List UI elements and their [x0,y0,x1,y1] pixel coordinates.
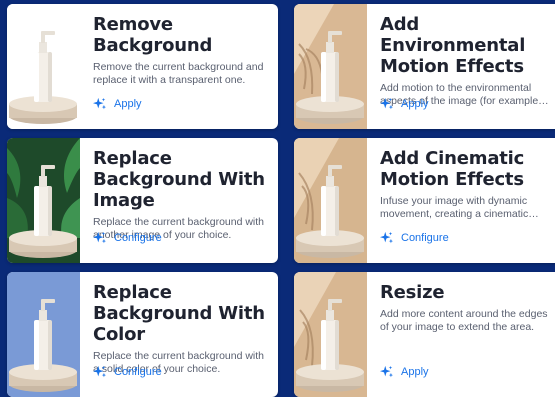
card-description: Add more content around the edges of you… [380,308,548,333]
apply-button[interactable]: Apply [380,97,429,111]
configure-button[interactable]: Configure [380,231,449,245]
apply-button[interactable]: Apply [93,97,142,111]
sparkle-icon [93,365,107,379]
sparkle-icon [93,231,107,245]
card-title: Resize [380,282,445,303]
card-title: Add Environmental Motion Effects [380,14,526,77]
action-label: Apply [401,98,429,110]
sparkle-icon [93,97,107,111]
card-replace-background-image[interactable]: Replace Background With Image Replace th… [7,138,278,263]
sparkle-icon [380,97,394,111]
sparkle-icon [380,231,394,245]
product-thumbnail [7,272,80,397]
configure-button[interactable]: Configure [93,231,162,245]
card-replace-background-color[interactable]: Replace Background With Color Replace th… [7,272,278,397]
card-resize[interactable]: Resize Add more content around the edges… [294,272,555,397]
apply-button[interactable]: Apply [380,365,429,379]
action-label: Configure [114,366,162,378]
product-thumbnail [294,4,367,129]
product-thumbnail [7,4,80,129]
card-title: Remove Background [93,14,213,56]
product-thumbnail [294,272,367,397]
configure-button[interactable]: Configure [93,365,162,379]
action-label: Apply [114,98,142,110]
card-title: Add Cinematic Motion Effects [380,148,525,190]
card-remove-background[interactable]: Remove Background Remove the current bac… [7,4,278,129]
card-description: Infuse your image with dynamic movement,… [380,195,539,220]
card-title: Replace Background With Image [93,148,265,211]
card-environmental-motion[interactable]: Add Environmental Motion Effects Add mot… [294,4,555,129]
action-label: Configure [401,232,449,244]
action-label: Configure [114,232,162,244]
card-title: Replace Background With Color [93,282,265,345]
card-description: Remove the current background and replac… [93,61,264,86]
action-label: Apply [401,366,429,378]
product-thumbnail [7,138,80,263]
sparkle-icon [380,365,394,379]
card-cinematic-motion[interactable]: Add Cinematic Motion Effects Infuse your… [294,138,555,263]
product-thumbnail [294,138,367,263]
